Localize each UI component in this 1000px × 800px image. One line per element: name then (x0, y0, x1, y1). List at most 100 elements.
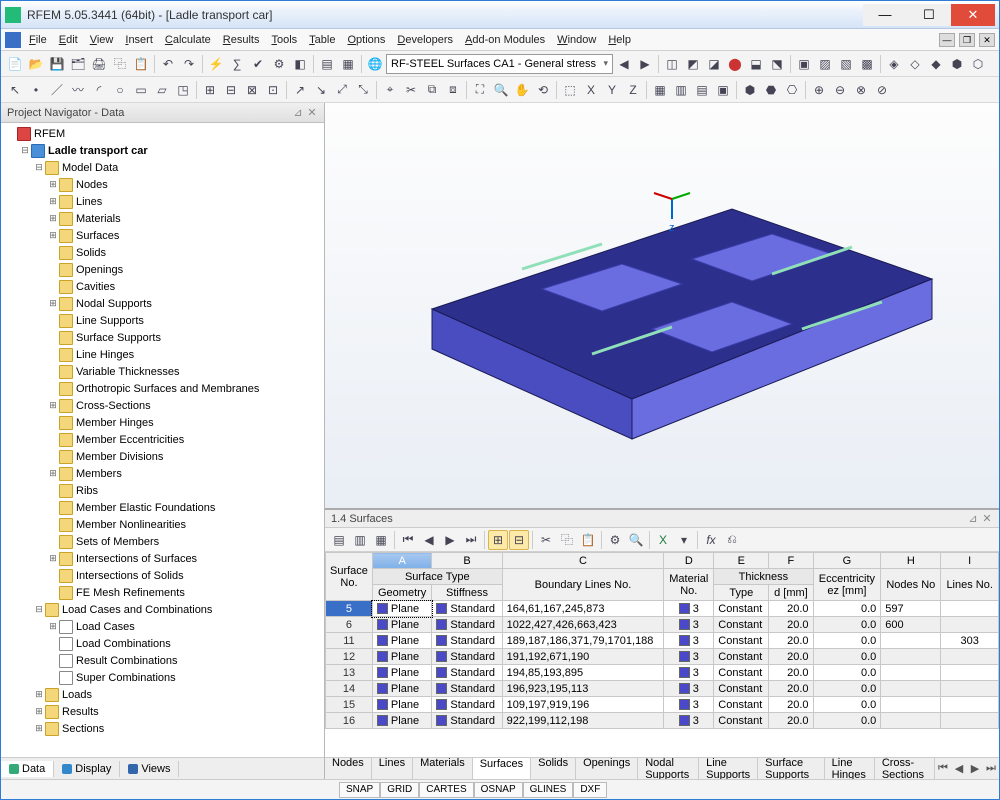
tree-item[interactable]: ⊞Materials (47, 210, 322, 227)
status-glines[interactable]: GLINES (523, 782, 574, 798)
module-icon[interactable]: ◧ (290, 54, 310, 74)
tt-g-icon[interactable]: ⿻ (557, 530, 577, 550)
tt-i-icon[interactable]: ⚙ (605, 530, 625, 550)
calc-icon[interactable]: ∑ (227, 54, 247, 74)
table-tab-line-supports[interactable]: Line Supports (699, 757, 758, 779)
save-icon[interactable]: 💾 (47, 54, 67, 74)
hdr-d[interactable]: d [mm] (769, 585, 813, 601)
t2j-icon[interactable]: ✂ (401, 80, 421, 100)
tree-item[interactable]: ⊞Sections (33, 720, 322, 737)
hdr-thickness[interactable]: Thickness (714, 569, 813, 585)
tt-a-icon[interactable]: ▤ (329, 530, 349, 550)
col-g[interactable]: G (813, 553, 881, 569)
table-grid[interactable]: Surface No. A B C D E F G H I Surf (325, 552, 999, 757)
tabnav-next[interactable]: ▶ (967, 762, 983, 775)
tree-item[interactable]: Orthotropic Surfaces and Membranes (47, 380, 322, 397)
tree-item[interactable]: ⊞Members (47, 465, 322, 482)
table-tab-nodal-supports[interactable]: Nodal Supports (638, 757, 699, 779)
hdr-geometry[interactable]: Geometry (372, 585, 431, 601)
menu-edit[interactable]: Edit (53, 32, 84, 48)
hdr-surface-type[interactable]: Surface Type (372, 569, 502, 585)
tt-d-icon[interactable]: ⊞ (488, 530, 508, 550)
tabnav-last[interactable]: ⏭ (983, 762, 999, 775)
maximize-button[interactable]: ☐ (907, 4, 951, 26)
tree-item[interactable]: Load Combinations (47, 635, 322, 652)
hdr-nodes[interactable]: Nodes No (881, 569, 941, 601)
tree-item[interactable]: ⊞Surfaces (47, 227, 322, 244)
tool-n-icon[interactable]: ⬢ (947, 54, 967, 74)
polyline-icon[interactable]: 〰 (68, 80, 88, 100)
tool-l-icon[interactable]: ◇ (905, 54, 925, 74)
table-tab-surface-supports[interactable]: Surface Supports (758, 757, 824, 779)
t2l-icon[interactable]: ⧈ (443, 80, 463, 100)
circle-icon[interactable]: ○ (110, 80, 130, 100)
menu-add-on-modules[interactable]: Add-on Modules (459, 32, 551, 48)
col-b[interactable]: B (432, 553, 502, 569)
tt-f-icon[interactable]: ✂ (536, 530, 556, 550)
menu-insert[interactable]: Insert (119, 32, 159, 48)
tt-b-icon[interactable]: ▥ (350, 530, 370, 550)
t2r-icon[interactable]: ⬣ (761, 80, 781, 100)
tree-item[interactable]: Ribs (47, 482, 322, 499)
nav-tab-data[interactable]: Data (1, 761, 54, 777)
line-icon[interactable]: ／ (47, 80, 67, 100)
view-x-icon[interactable]: X (581, 80, 601, 100)
tool-d-icon[interactable]: ⬤ (725, 54, 745, 74)
arc-icon[interactable]: ◜ (89, 80, 109, 100)
tree-item[interactable]: ⊞Results (33, 703, 322, 720)
tree-item[interactable]: ⊞Nodal Supports (47, 295, 322, 312)
status-snap[interactable]: SNAP (339, 782, 380, 798)
save-all-icon[interactable]: 🗂 (68, 54, 88, 74)
gear-icon[interactable]: ⚙ (269, 54, 289, 74)
tool-k-icon[interactable]: ◈ (884, 54, 904, 74)
tree-item[interactable]: Super Combinations (47, 669, 322, 686)
menu-file[interactable]: File (23, 32, 53, 48)
surface-icon[interactable]: ▱ (152, 80, 172, 100)
nav-tab-display[interactable]: Display (54, 761, 120, 777)
table-row[interactable]: 5PlaneStandard164,61,167,245,8733Constan… (326, 601, 999, 617)
zoom-fit-icon[interactable]: ⛶ (470, 80, 490, 100)
tree-item[interactable]: Member Elastic Foundations (47, 499, 322, 516)
tree-item[interactable]: Member Eccentricities (47, 431, 322, 448)
tree-item[interactable]: Cavities (47, 278, 322, 295)
menu-table[interactable]: Table (303, 32, 341, 48)
t2d-icon[interactable]: ⊡ (263, 80, 283, 100)
minimize-button[interactable]: — (863, 4, 907, 26)
tree[interactable]: RFEM ⊟Ladle transport car ⊟Model Data ⊞N… (1, 123, 324, 757)
tool-h-icon[interactable]: ▨ (815, 54, 835, 74)
rect-icon[interactable]: ▭ (131, 80, 151, 100)
tree-item[interactable]: Line Supports (47, 312, 322, 329)
tt-fx-icon[interactable]: fx (701, 530, 721, 550)
tree-item[interactable]: Member Nonlinearities (47, 516, 322, 533)
table-row[interactable]: 12PlaneStandard191,192,671,1903Constant2… (326, 649, 999, 665)
view-z-icon[interactable]: Z (623, 80, 643, 100)
prev-case-icon[interactable]: ◀ (614, 54, 634, 74)
undo-icon[interactable]: ↶ (158, 54, 178, 74)
tree-item[interactable]: ⊞Lines (47, 193, 322, 210)
menu-help[interactable]: Help (602, 32, 637, 48)
col-e[interactable]: E (714, 553, 769, 569)
menu-window[interactable]: Window (551, 32, 602, 48)
table-tab-surfaces[interactable]: Surfaces (473, 757, 531, 779)
t2a-icon[interactable]: ⊞ (200, 80, 220, 100)
tool-b-icon[interactable]: ◩ (683, 54, 703, 74)
table-tab-solids[interactable]: Solids (531, 757, 576, 779)
t2u-icon[interactable]: ⊖ (830, 80, 850, 100)
table-row[interactable]: 6PlaneStandard1022,427,426,663,4233Const… (326, 617, 999, 633)
tool-g-icon[interactable]: ▣ (794, 54, 814, 74)
table-tab-lines[interactable]: Lines (372, 757, 413, 779)
hdr-ecc[interactable]: Eccentricity ez [mm] (813, 569, 881, 601)
table-row[interactable]: 13PlaneStandard194,85,193,8953Constant20… (326, 665, 999, 681)
tt-k-icon[interactable]: ▾ (674, 530, 694, 550)
mdi-restore[interactable]: ❐ (959, 33, 975, 47)
hdr-lines[interactable]: Lines No. (941, 569, 999, 601)
tree-item[interactable]: Line Hinges (47, 346, 322, 363)
mdi-close[interactable]: ✕ (979, 33, 995, 47)
t2b-icon[interactable]: ⊟ (221, 80, 241, 100)
tool-e-icon[interactable]: ⬓ (746, 54, 766, 74)
next-case-icon[interactable]: ▶ (635, 54, 655, 74)
t2w-icon[interactable]: ⊘ (872, 80, 892, 100)
menu-view[interactable]: View (84, 32, 120, 48)
table-tab-materials[interactable]: Materials (413, 757, 473, 779)
t2e-icon[interactable]: ↗ (290, 80, 310, 100)
